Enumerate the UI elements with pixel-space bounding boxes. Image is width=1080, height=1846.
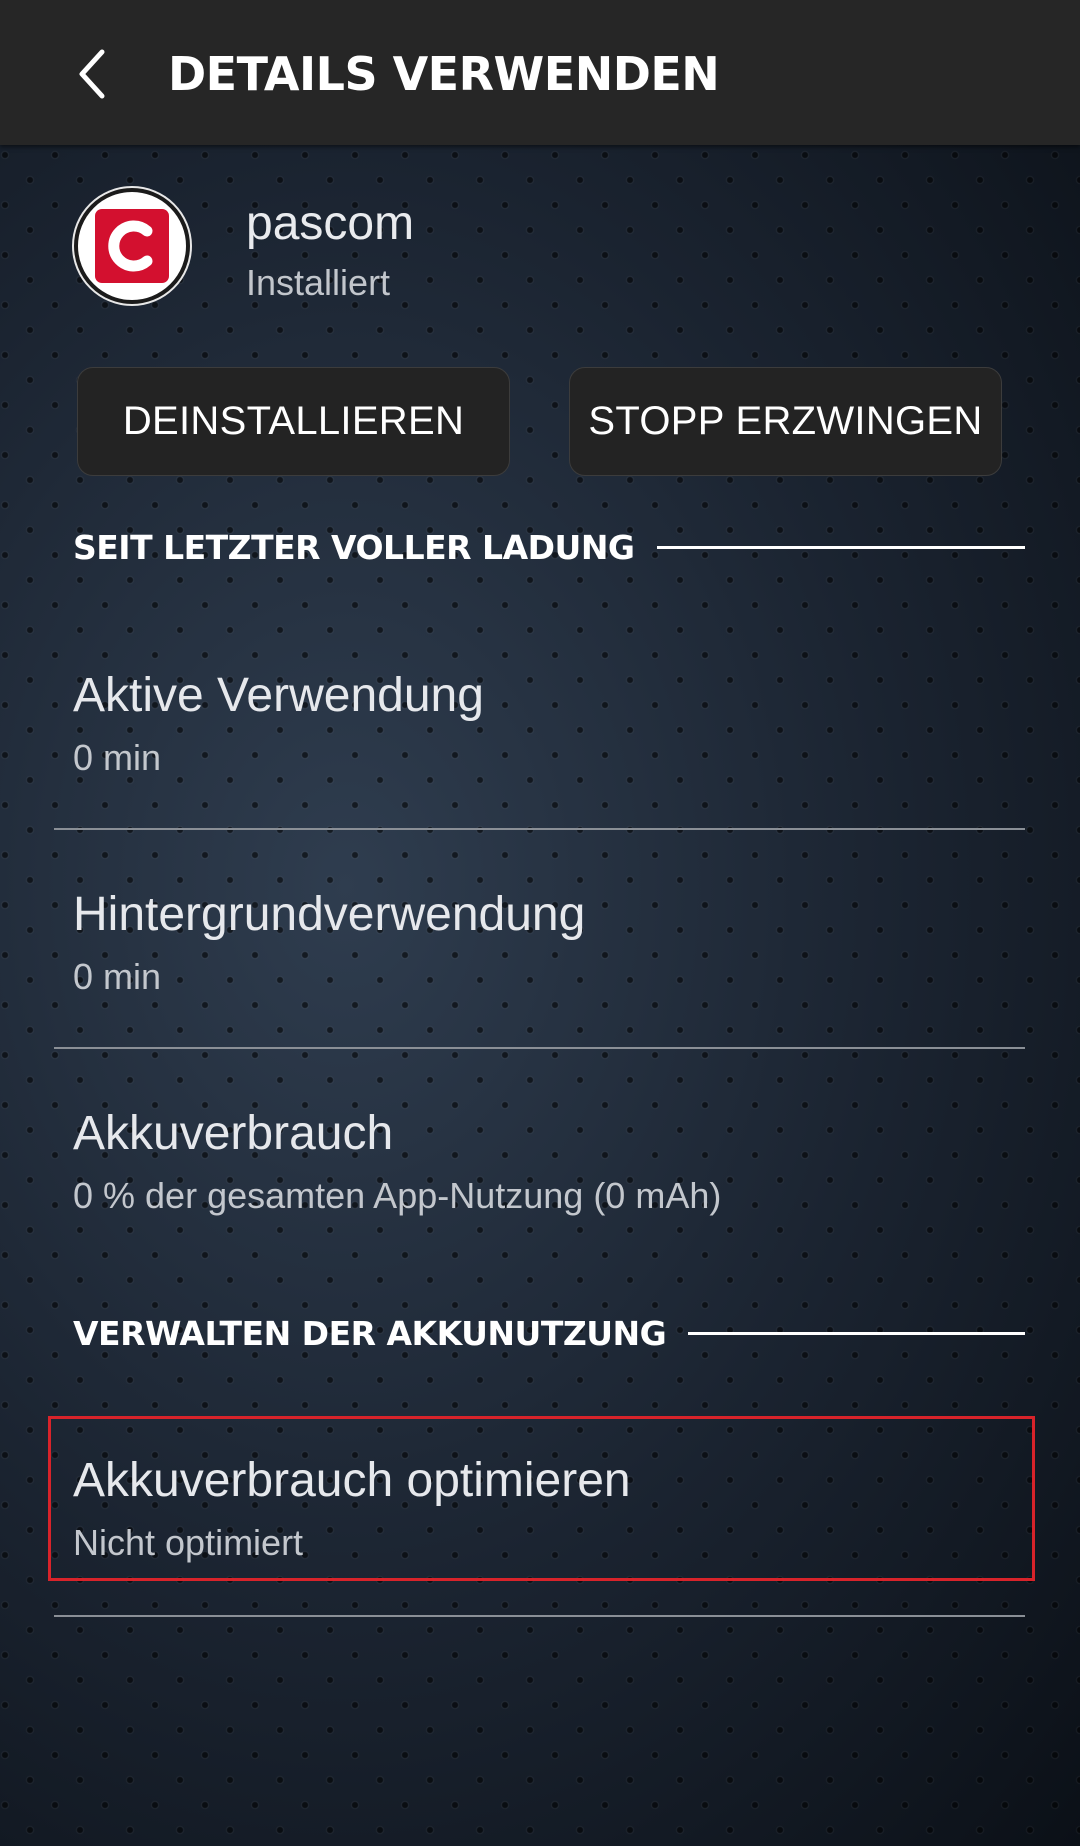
divider bbox=[54, 828, 1025, 830]
app-name: pascom bbox=[246, 197, 415, 250]
page-title: DETAILS VERWENDEN bbox=[168, 47, 720, 101]
section-header-battery-management: VERWALTEN DER AKKUNUTZUNG bbox=[73, 1314, 1025, 1353]
divider bbox=[54, 1615, 1025, 1617]
item-title: Akkuverbrauch optimieren bbox=[73, 1454, 631, 1507]
active-usage-item[interactable]: Aktive Verwendung 0 min bbox=[73, 668, 1025, 779]
background-usage-item[interactable]: Hintergrundverwendung 0 min bbox=[73, 887, 1025, 998]
item-value: 0 % der gesamten App-Nutzung (0 mAh) bbox=[73, 1175, 722, 1216]
section-title: VERWALTEN DER AKKUNUTZUNG bbox=[73, 1314, 667, 1353]
item-title: Aktive Verwendung bbox=[73, 669, 484, 722]
optimize-battery-item[interactable]: Akkuverbrauch optimieren Nicht optimiert bbox=[73, 1453, 1025, 1564]
item-title: Hintergrundverwendung bbox=[73, 888, 586, 941]
battery-consumption-item[interactable]: Akkuverbrauch 0 % der gesamten App-Nutzu… bbox=[73, 1106, 1025, 1217]
force-stop-button[interactable]: STOPP ERZWINGEN bbox=[569, 367, 1002, 476]
chevron-left-icon bbox=[79, 49, 105, 99]
section-header-since-full-charge: SEIT LETZTER VOLLER LADUNG bbox=[73, 528, 1025, 567]
pascom-app-icon bbox=[74, 188, 190, 304]
item-value: Nicht optimiert bbox=[73, 1522, 304, 1563]
section-title: SEIT LETZTER VOLLER LADUNG bbox=[73, 528, 635, 567]
divider bbox=[54, 1047, 1025, 1049]
item-value: 0 min bbox=[73, 956, 162, 997]
back-button[interactable] bbox=[52, 34, 132, 114]
item-title: Akkuverbrauch bbox=[73, 1107, 394, 1160]
section-divider bbox=[656, 546, 1025, 549]
uninstall-button[interactable]: DEINSTALLIEREN bbox=[77, 367, 510, 476]
app-bar: DETAILS VERWENDEN bbox=[0, 0, 1080, 145]
pascom-logo-icon bbox=[95, 209, 169, 283]
section-divider bbox=[688, 1332, 1025, 1335]
app-status: Installiert bbox=[246, 262, 391, 303]
item-value: 0 min bbox=[73, 737, 162, 778]
